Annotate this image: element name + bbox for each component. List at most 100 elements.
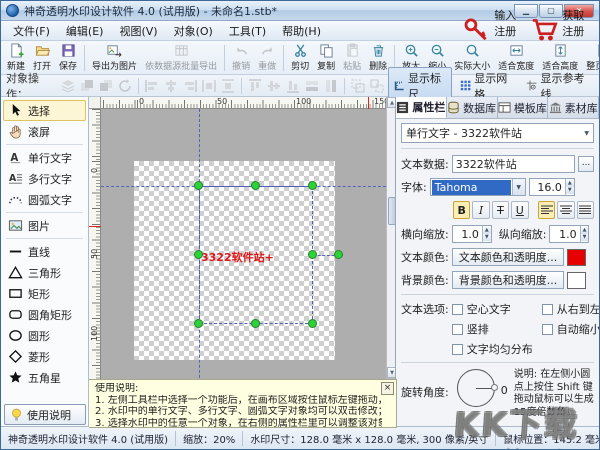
tab-database[interactable]: 数据库 [447, 97, 498, 118]
v-scale-label: 纵向缩放: [499, 226, 547, 242]
watermark-text-object[interactable]: 3322软件站+ [201, 249, 274, 265]
tool-rectangle[interactable]: 矩形 [3, 283, 86, 304]
tool-star[interactable]: 五角星 [3, 367, 86, 388]
align-middle-button[interactable] [266, 78, 282, 94]
italic-button[interactable]: I [472, 201, 489, 219]
ungroup-button[interactable] [369, 78, 385, 94]
rotation-dial[interactable] [457, 369, 495, 407]
checkbox-icon[interactable] [452, 324, 463, 335]
save-icon [61, 43, 76, 58]
selection-handle-top-right[interactable] [308, 181, 317, 190]
arc-text-icon [8, 192, 23, 207]
selection-handle-bottom-left[interactable] [194, 319, 203, 328]
tab-templates[interactable]: 模板库 [498, 97, 549, 118]
text-color-button[interactable]: 文本颜色和透明度... [452, 248, 565, 266]
option-vertical-text[interactable]: 竖排 [452, 321, 538, 337]
same-height-button[interactable] [323, 78, 339, 94]
spinner-arrows[interactable]: ▲▼ [580, 226, 589, 242]
undo-button[interactable]: 撤销 [228, 41, 254, 74]
object-selector-dropdown[interactable]: 单行文字 - 3322软件站 ▼ [401, 123, 594, 143]
align-right-button[interactable] [182, 78, 198, 94]
menu-bar: 文件(F) 编辑(E) 视图(V) 对象(O) 工具(T) 帮助(H) 输入注册… [1, 21, 599, 41]
copy-button[interactable]: 复制 [313, 41, 339, 74]
svg-text:A: A [10, 152, 18, 164]
checkbox-icon[interactable] [542, 304, 553, 315]
send-backward-button[interactable] [98, 78, 114, 94]
menu-file[interactable]: 文件(F) [5, 21, 58, 41]
same-width-button[interactable] [304, 78, 320, 94]
bg-color-button[interactable]: 背景颜色和透明度... [452, 271, 565, 289]
font-size-spinner[interactable]: 16.0 ▲▼ [529, 178, 575, 196]
tool-arc-text[interactable]: 圆弧文字 [3, 189, 86, 210]
rotation-dial-knob[interactable] [491, 384, 498, 391]
checkbox-icon[interactable] [452, 304, 463, 315]
menu-help[interactable]: 帮助(H) [274, 21, 329, 41]
text-data-more-button[interactable]: ... [578, 156, 594, 172]
tab-properties[interactable]: 属性栏 [396, 97, 447, 118]
strikethrough-button[interactable]: T [492, 201, 509, 219]
tab-materials[interactable]: 素材库 [548, 97, 599, 118]
align-left-button[interactable] [538, 201, 555, 219]
distribute-v-button[interactable] [220, 78, 236, 94]
export-image-button[interactable]: 导出为图片 [88, 41, 141, 74]
tool-circle[interactable]: 圆形 [3, 325, 86, 346]
tool-image[interactable]: 图片 [3, 215, 86, 236]
menu-view[interactable]: 视图(V) [111, 21, 165, 41]
spinner-arrows[interactable]: ▲▼ [482, 226, 491, 242]
chevron-down-icon[interactable]: ▼ [512, 179, 525, 195]
redo-label: 重做 [258, 59, 276, 72]
tool-image-label: 图片 [28, 218, 50, 234]
menu-edit[interactable]: 编辑(E) [58, 21, 112, 41]
help-panel-close-button[interactable]: × [381, 382, 394, 395]
bring-forward-button[interactable] [79, 78, 95, 94]
selection-handle-top-left[interactable] [194, 181, 203, 190]
h-scale-spinner[interactable]: 1.0 ▲▼ [452, 225, 492, 243]
usage-help-button[interactable]: 使用说明 [4, 404, 86, 425]
paste-button[interactable]: 粘贴 [339, 41, 365, 74]
option-right-to-left[interactable]: 从右到左显示 [542, 301, 600, 317]
tool-diamond[interactable]: 菱形 [3, 346, 86, 367]
group-button[interactable] [350, 78, 366, 94]
align-bottom-button[interactable] [285, 78, 301, 94]
selection-handle-top-center[interactable] [251, 181, 260, 190]
selection-handle-middle-right[interactable] [308, 250, 317, 259]
tool-pan[interactable]: 滚屏 [3, 121, 86, 142]
selection-handle-bottom-right[interactable] [308, 319, 317, 328]
rotate-object-button[interactable] [117, 78, 133, 94]
tool-triangle[interactable]: 三角形 [3, 262, 86, 283]
tool-multi-line-text[interactable]: A 多行文字 [3, 168, 86, 189]
cut-button[interactable]: 剪切 [287, 41, 313, 74]
selection-rotation-handle[interactable] [334, 250, 343, 259]
svg-text:A: A [9, 173, 17, 184]
bold-button[interactable]: B [453, 201, 470, 219]
tool-single-line-text[interactable]: A 单行文字 [3, 147, 86, 168]
align-center-button[interactable] [557, 201, 574, 219]
v-scale-spinner[interactable]: 1.0 ▲▼ [549, 225, 589, 243]
menu-tools[interactable]: 工具(T) [221, 21, 274, 41]
arrange-layer-button[interactable] [60, 78, 76, 94]
distribute-h-button[interactable] [201, 78, 217, 94]
tool-line[interactable]: 直线 [3, 241, 86, 262]
batch-export-button[interactable]: 依数据源批量导出 [141, 41, 221, 74]
underline-button[interactable]: U [511, 201, 528, 219]
redo-button[interactable]: 重做 [254, 41, 280, 74]
tool-rounded-rectangle[interactable]: 圆角矩形 [3, 304, 86, 325]
save-button[interactable]: 保存 [55, 41, 81, 74]
menu-object[interactable]: 对象(O) [166, 21, 221, 41]
text-data-input[interactable]: 3322软件站 [452, 155, 575, 173]
align-justify-button[interactable] [577, 201, 594, 219]
align-top-button[interactable] [247, 78, 263, 94]
selection-handle-middle-left[interactable] [194, 250, 203, 259]
tool-select[interactable]: 选择 [3, 100, 86, 121]
font-dropdown[interactable]: Tahoma ▼ [430, 178, 526, 196]
checkbox-icon[interactable] [542, 324, 553, 335]
spinner-arrows[interactable]: ▲▼ [565, 179, 574, 195]
checkbox-icon[interactable] [452, 344, 463, 355]
align-center-h-button[interactable] [163, 78, 179, 94]
option-auto-shrink-font[interactable]: 自动缩小字体 [542, 321, 600, 337]
tool-diamond-label: 菱形 [28, 349, 50, 365]
selection-handle-bottom-center[interactable] [251, 319, 260, 328]
option-hollow-text[interactable]: 空心文字 [452, 301, 538, 317]
align-left-button[interactable] [144, 78, 160, 94]
option-even-distribution[interactable]: 文字均匀分布 [452, 341, 538, 357]
